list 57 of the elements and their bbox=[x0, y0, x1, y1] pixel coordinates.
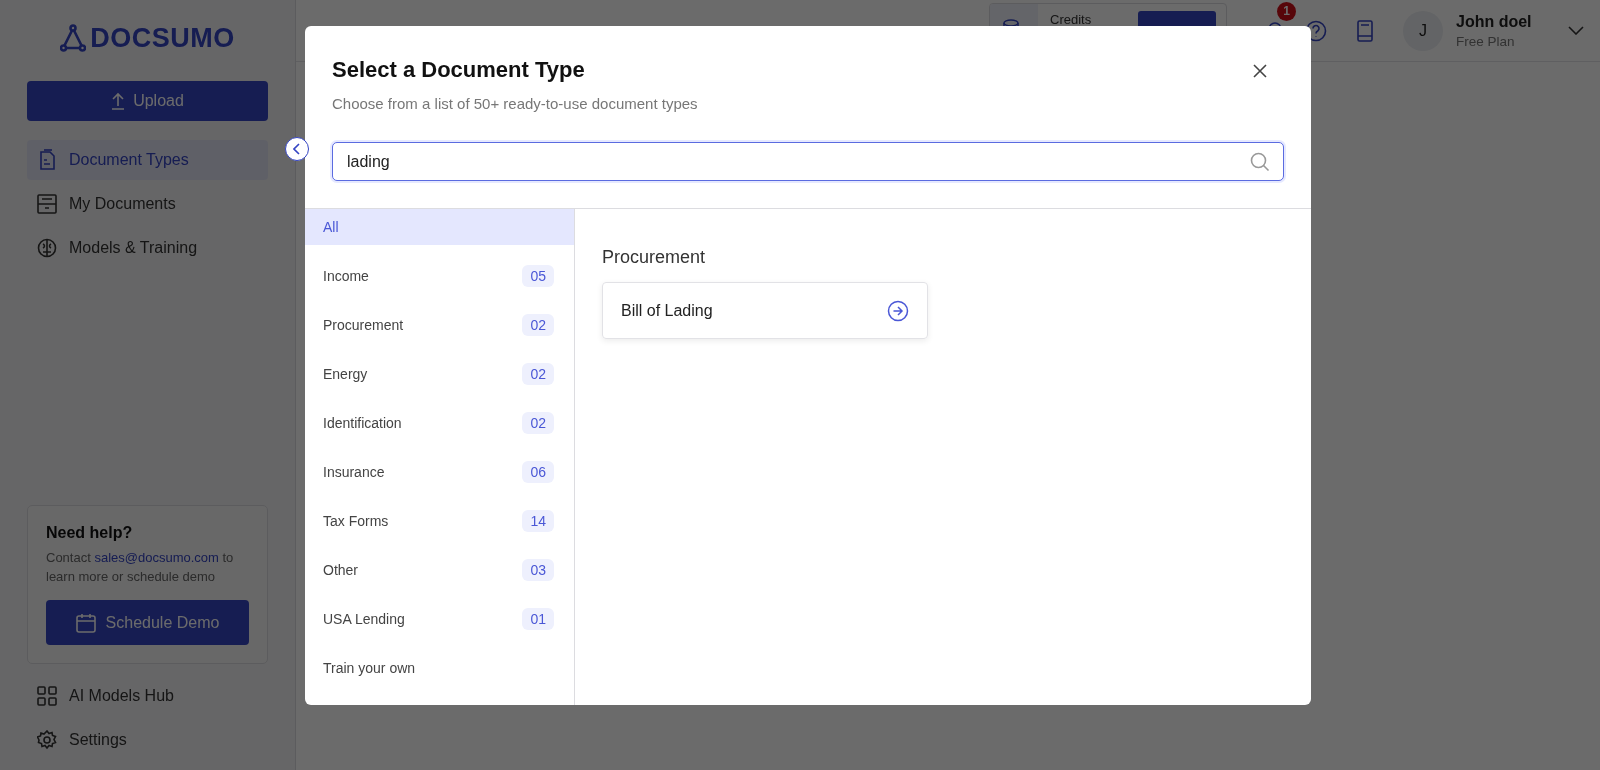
search-icon bbox=[1250, 152, 1270, 172]
category-label: Identification bbox=[323, 414, 402, 431]
arrow-right-icon bbox=[887, 299, 909, 322]
category-count: 06 bbox=[522, 460, 554, 483]
category-item[interactable]: Insurance 06 bbox=[305, 447, 574, 496]
chevron-left-icon bbox=[293, 143, 301, 155]
book-icon[interactable] bbox=[1357, 19, 1373, 42]
category-count: 02 bbox=[522, 313, 554, 336]
category-label: All bbox=[323, 219, 339, 235]
modal-subtitle: Choose from a list of 50+ ready-to-use document types bbox=[332, 95, 699, 112]
user-plan: Free Plan bbox=[1456, 33, 1516, 49]
category-item[interactable]: All bbox=[305, 209, 574, 245]
category-item[interactable]: USA Lending 01 bbox=[305, 594, 574, 643]
category-item[interactable]: Train your own bbox=[305, 643, 574, 692]
collapse-button[interactable] bbox=[285, 137, 309, 161]
category-label: Energy bbox=[323, 365, 368, 382]
document-icon bbox=[37, 149, 57, 171]
category-label: Train your own bbox=[323, 659, 416, 676]
document-type-card[interactable]: Bill of Lading bbox=[602, 282, 928, 339]
category-count: 14 bbox=[522, 509, 554, 532]
category-label: Income bbox=[323, 267, 369, 284]
category-item[interactable]: Procurement 02 bbox=[305, 300, 574, 349]
help-text: Contact sales@docsumo.com to learn more or schedule demo bbox=[46, 549, 235, 586]
logo-icon bbox=[60, 24, 87, 52]
category-count: 05 bbox=[522, 264, 554, 287]
credits-label: Credits bbox=[1050, 11, 1092, 27]
grid-icon bbox=[37, 686, 57, 706]
category-label: USA Lending bbox=[323, 610, 405, 627]
result-group-title: Procurement bbox=[602, 247, 707, 268]
category-count: 01 bbox=[522, 607, 554, 630]
category-item[interactable]: Tax Forms 14 bbox=[305, 496, 574, 545]
chevron-down-icon[interactable] bbox=[1568, 26, 1584, 35]
category-count: 03 bbox=[522, 558, 554, 581]
category-label: Tax Forms bbox=[323, 512, 389, 529]
category-label: Procurement bbox=[323, 316, 404, 333]
archive-icon bbox=[37, 194, 57, 214]
help-title: Need help? bbox=[46, 524, 134, 542]
upload-icon bbox=[111, 92, 126, 110]
category-item[interactable]: Income 05 bbox=[305, 251, 574, 300]
category-count: 02 bbox=[522, 362, 554, 385]
category-count: 02 bbox=[522, 411, 554, 434]
calendar-icon bbox=[75, 612, 96, 633]
logo-text: DOCSUMO bbox=[90, 22, 235, 54]
search-field[interactable]: lading bbox=[332, 142, 1284, 181]
user-name: John doel bbox=[1456, 12, 1533, 31]
close-icon bbox=[1253, 64, 1267, 78]
modal-title: Select a Document Type bbox=[332, 57, 585, 83]
category-label: Other bbox=[323, 561, 358, 578]
category-item[interactable]: Energy 02 bbox=[305, 349, 574, 398]
category-item[interactable]: Other 03 bbox=[305, 545, 574, 594]
brain-icon bbox=[37, 238, 57, 258]
close-button[interactable] bbox=[1253, 64, 1267, 78]
document-type-label: Bill of Lading bbox=[621, 301, 713, 320]
settings-icon bbox=[37, 730, 57, 750]
category-label: Insurance bbox=[323, 463, 385, 480]
category-item[interactable]: Identification 02 bbox=[305, 398, 574, 447]
notification-badge: 1 bbox=[1277, 1, 1296, 21]
